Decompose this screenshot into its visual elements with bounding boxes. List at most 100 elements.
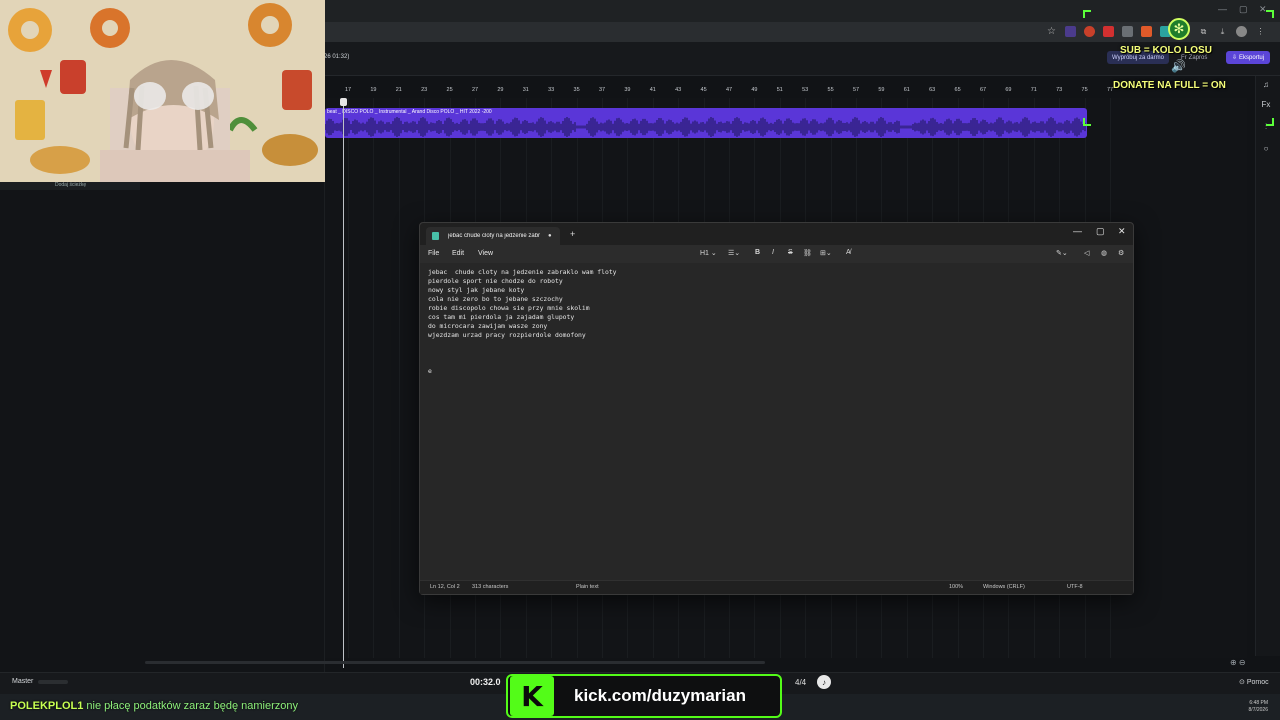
text-line: cos tam mi pierdola ja zajadam glupoty (428, 313, 575, 321)
fortune-wheel-icon: ✻ (1168, 18, 1190, 40)
help-button[interactable]: ⊙ Pomoc (1239, 678, 1269, 686)
text-line: pierdole sport nie chodze do roboty (428, 277, 563, 285)
bookmark-star-icon[interactable]: ☆ (1046, 26, 1057, 37)
ruler-tick: 59 (878, 87, 885, 93)
ext-red-icon[interactable] (1084, 26, 1095, 37)
music-note-icon[interactable]: ♫ (1259, 80, 1273, 89)
fx-icon[interactable]: Fx (1259, 100, 1273, 109)
notepad-maximize-icon[interactable]: ▢ (1096, 226, 1105, 237)
text-line (428, 340, 1125, 349)
strikethrough-button[interactable]: S (788, 249, 793, 256)
kick-banner: K kick.com/duzymarian (506, 674, 782, 718)
master-label: Master (12, 678, 34, 685)
notepad-minimize-icon[interactable]: — (1073, 226, 1082, 236)
ruler-tick: 27 (471, 87, 479, 93)
list-icon[interactable]: ☰⌄ (728, 249, 740, 257)
playhead[interactable] (343, 98, 344, 668)
maximize-icon[interactable]: ▢ (1239, 4, 1248, 15)
right-sidebar (1255, 76, 1280, 656)
ruler-tick: 31 (522, 87, 529, 93)
notepad-text-area[interactable]: jebac chude cloty na jedzenie zabraklo w… (420, 263, 1133, 577)
grid-line (348, 98, 349, 658)
browser-extensions: ☆ ⧉ ⤓ ⋮ (1046, 26, 1266, 37)
menu-edit[interactable]: Edit (452, 250, 464, 257)
notepad-menubar: File Edit View H1 ⌄ ☰⌄ B I S ⛓ ⊞⌄ A̸ ✎⌄ … (420, 245, 1133, 263)
ruler-tick: 47 (725, 87, 733, 93)
bold-button[interactable]: B (755, 249, 760, 256)
time-signature[interactable]: 4/4 (795, 678, 806, 687)
adblock-icon[interactable] (1103, 26, 1114, 37)
account-icon[interactable]: ◍ (1101, 249, 1107, 257)
copilot-icon[interactable]: ✎⌄ (1056, 249, 1068, 257)
minimize-icon[interactable]: — (1218, 4, 1227, 14)
puzzle-icon[interactable]: ⧉ (1198, 26, 1209, 37)
playhead-handle[interactable] (340, 98, 347, 106)
chat-icon[interactable]: ○ (1259, 144, 1273, 153)
line-ending[interactable]: Windows (CRLF) (983, 584, 1025, 590)
chat-username: POLEKPLOL1 (10, 700, 84, 712)
profile-icon[interactable] (1236, 26, 1247, 37)
zoom-level[interactable]: 100% (949, 584, 963, 590)
ruler-tick: 21 (395, 87, 402, 93)
notepad-tab-title: jebac chude cloty na jedzenie zabr (448, 233, 541, 239)
encoding[interactable]: UTF-8 (1067, 584, 1083, 590)
ruler-tick: 33 (548, 87, 555, 93)
timeline-ruler[interactable]: 17 19 21 23 25 27 29 31 33 35 37 39 41 43 45 47 49 51 53 55… (325, 84, 1115, 98)
taskbar-clock[interactable]: 6:48 PM 8/7/2026 (1249, 700, 1268, 714)
ruler-tick: 41 (649, 87, 656, 93)
audio-clip[interactable]: beat _ DISCO POLO _ Instrumental _ Arand… (325, 108, 1087, 138)
horizontal-scrollbar[interactable] (145, 661, 765, 664)
chat-text: nie płacę podatków zaraz będę namierzony (83, 700, 298, 712)
heading-dropdown[interactable]: H1 ⌄ (700, 249, 717, 257)
ruler-tick: 39 (624, 87, 631, 93)
notepad-close-icon[interactable]: ✕ (1118, 226, 1126, 237)
settings-gear-icon[interactable]: ⚙ (1118, 249, 1124, 257)
ruler-tick: 35 (573, 87, 580, 93)
ruler-tick: 51 (776, 87, 783, 93)
clock-date: 8/7/2026 (1248, 707, 1268, 713)
export-button[interactable]: ⇩ Eksportuj (1226, 51, 1271, 64)
notepad-tab[interactable]: jebac chude cloty na jedzenie zabr ● (426, 227, 560, 245)
webcam-image (0, 0, 325, 182)
megaphone-icon[interactable]: ◁ (1084, 249, 1089, 257)
shield-icon[interactable] (1122, 26, 1133, 37)
cursor-position[interactable]: Ln 12, Col 2 (430, 584, 460, 590)
overlay-corner (1083, 118, 1091, 126)
ruler-tick: 19 (370, 87, 377, 93)
export-label: Eksportuj (1239, 54, 1265, 61)
italic-button[interactable]: I (772, 249, 774, 256)
ruler-tick: 67 (979, 87, 987, 93)
table-icon[interactable]: ⊞⌄ (820, 249, 832, 257)
text-format[interactable]: Plain text (576, 584, 599, 590)
text-line: robie discopolo chowa sie przy mnie skol… (428, 304, 590, 312)
ruler-tick: 61 (903, 87, 910, 93)
ruler-tick: 49 (751, 87, 758, 93)
ruler-tick: 73 (1056, 87, 1063, 93)
donate-overlay-text: DONATE NA FULL = ON (1113, 80, 1226, 91)
menu-view[interactable]: View (478, 250, 493, 257)
add-track-item[interactable]: Dodaj ścieżkę (0, 182, 140, 190)
grid-line (373, 98, 375, 658)
link-icon[interactable]: ⛓ (803, 249, 812, 257)
ruler-tick: 43 (675, 87, 682, 93)
waveform-path (325, 117, 1086, 137)
unsaved-dot-icon[interactable]: ● (548, 233, 552, 239)
metronome-icon[interactable]: ♪ (817, 675, 831, 689)
screen: — ▢ ✕ ☆ ⧉ ⤓ ⋮ 26 01:32) Wypróbuj za darm… (0, 0, 1280, 720)
grid-line (398, 98, 400, 658)
transport-time: 00:32.0 (470, 677, 501, 687)
zoom-controls[interactable]: ⊕ ⊖ (1230, 658, 1246, 667)
ruler-tick: 25 (446, 87, 453, 93)
master-volume-slider[interactable] (38, 680, 68, 684)
notepad-statusbar: Ln 12, Col 2 313 characters Plain text 1… (420, 580, 1133, 594)
ruler-tick: 69 (1005, 87, 1012, 93)
new-tab-icon[interactable]: + (570, 229, 575, 239)
clear-format-icon[interactable]: A̸ (846, 249, 851, 256)
menu-file[interactable]: File (428, 250, 439, 257)
ruler-tick: 29 (497, 87, 504, 93)
download-icon[interactable]: ⤓ (1217, 26, 1228, 37)
ext-orange-icon[interactable] (1141, 26, 1152, 37)
menu-icon[interactable]: ⋮ (1255, 26, 1266, 37)
ruler-tick: 75 (1081, 87, 1088, 93)
twitch-ext-icon[interactable] (1065, 26, 1076, 37)
